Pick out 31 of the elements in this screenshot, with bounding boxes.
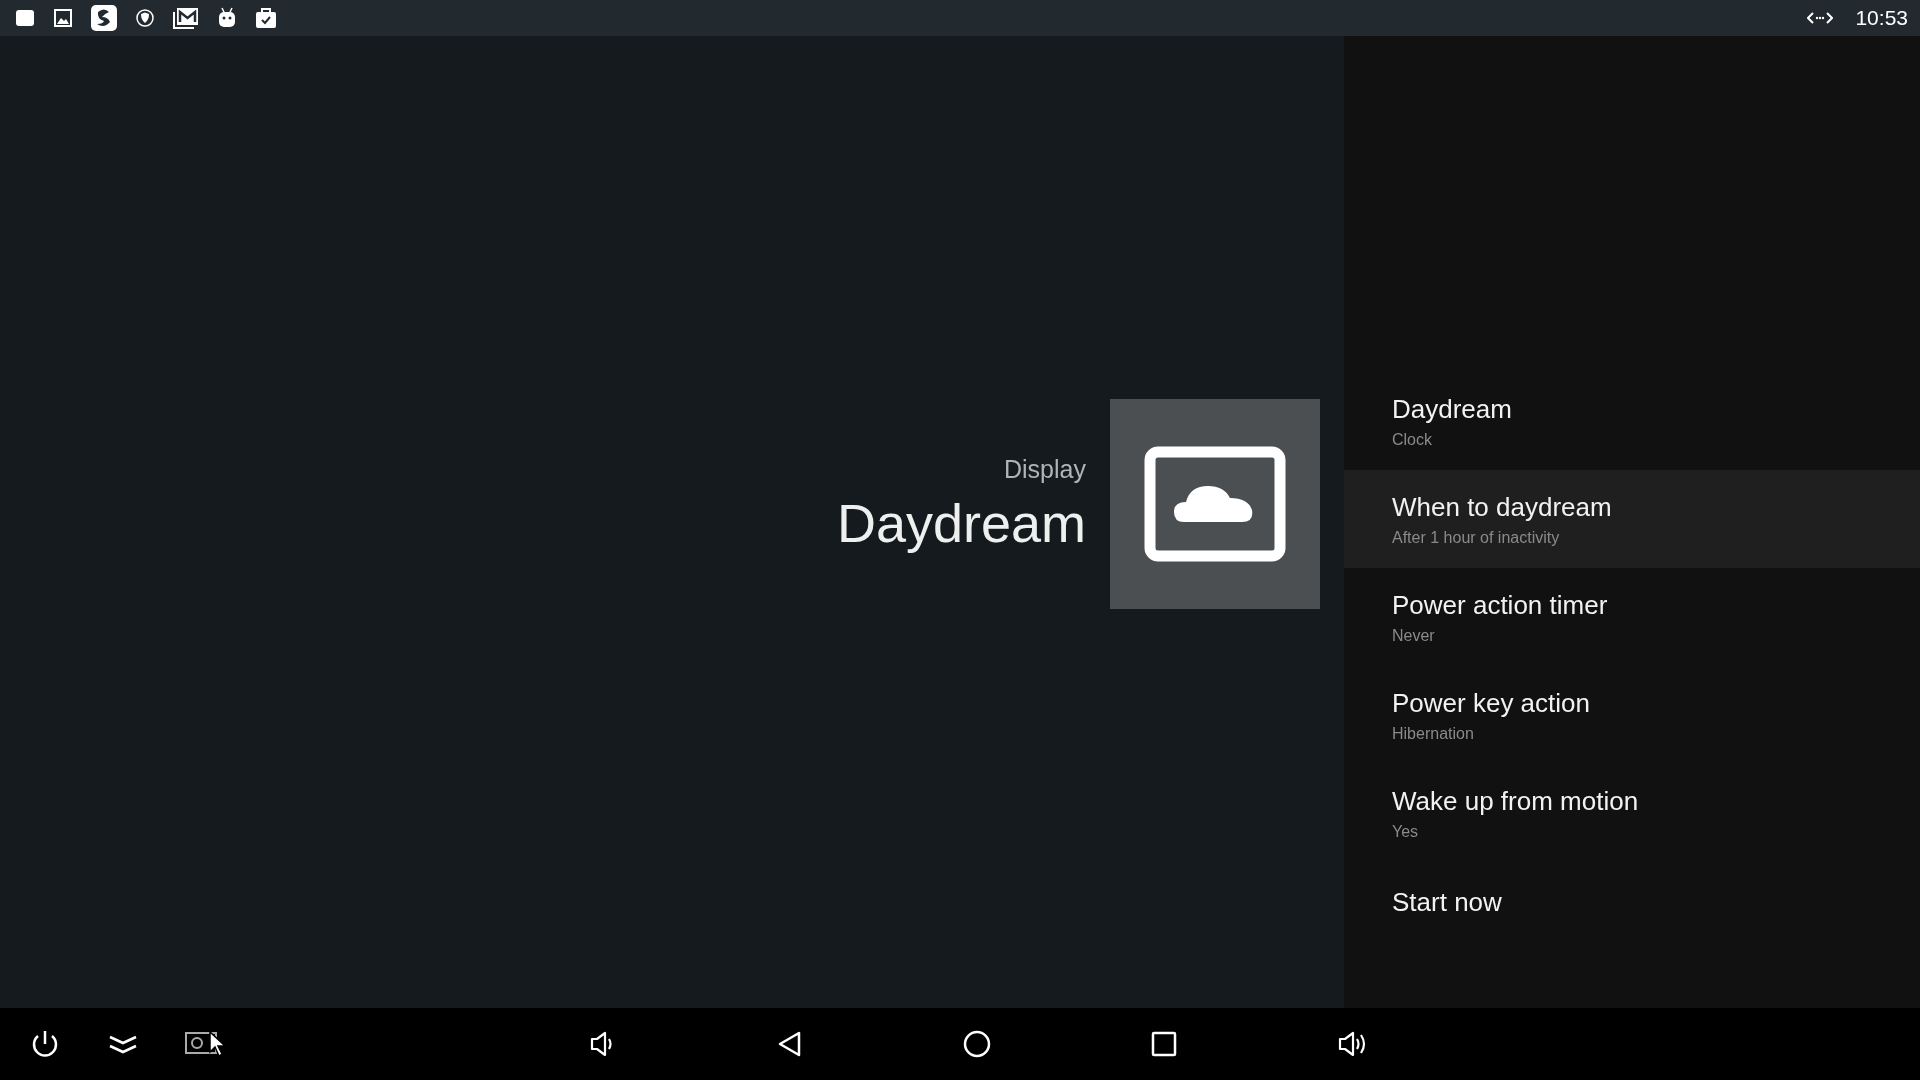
settings-item[interactable]: Start now: [1344, 862, 1920, 942]
item-subtitle: Never: [1392, 626, 1436, 645]
page-title: Daydream: [836, 491, 1086, 554]
cloud-frame-icon: [1144, 446, 1286, 562]
item-title: When to daydream: [1392, 491, 1613, 523]
item-subtitle: Hibernation: [1392, 724, 1475, 743]
breadcrumb: Display: [1004, 454, 1086, 484]
settings-item[interactable]: Power action timer Never: [1344, 568, 1920, 666]
bag-check-icon: [254, 6, 278, 30]
home-icon[interactable]: [962, 1029, 992, 1059]
image-icon: [52, 7, 74, 29]
square-icon: [14, 7, 36, 29]
recents-icon[interactable]: [1149, 1029, 1179, 1059]
item-title: Power action timer: [1392, 589, 1609, 621]
settings-item[interactable]: Power key action Hibernation: [1344, 666, 1920, 764]
item-subtitle: Yes: [1392, 822, 1420, 841]
item-title: Wake up from motion: [1392, 785, 1640, 817]
item-subtitle: Clock: [1392, 430, 1433, 449]
settings-item[interactable]: Daydream Clock: [1344, 372, 1920, 470]
item-title: Start now: [1392, 886, 1503, 918]
shield-icon: [134, 7, 156, 29]
code-arrows-icon: [1807, 10, 1834, 26]
item-subtitle: After 1 hour of inactivity: [1392, 528, 1561, 547]
mail-icon: [172, 6, 200, 30]
clock-time: 10:53: [1855, 6, 1908, 30]
android-icon: [216, 6, 238, 30]
settings-item[interactable]: Wake up from motion Yes: [1344, 764, 1920, 862]
settings-item[interactable]: When to daydream After 1 hour of inactivity: [1344, 470, 1920, 568]
app-icon: [90, 4, 118, 32]
item-title: Daydream: [1392, 393, 1513, 425]
item-title: Power key action: [1392, 687, 1591, 719]
